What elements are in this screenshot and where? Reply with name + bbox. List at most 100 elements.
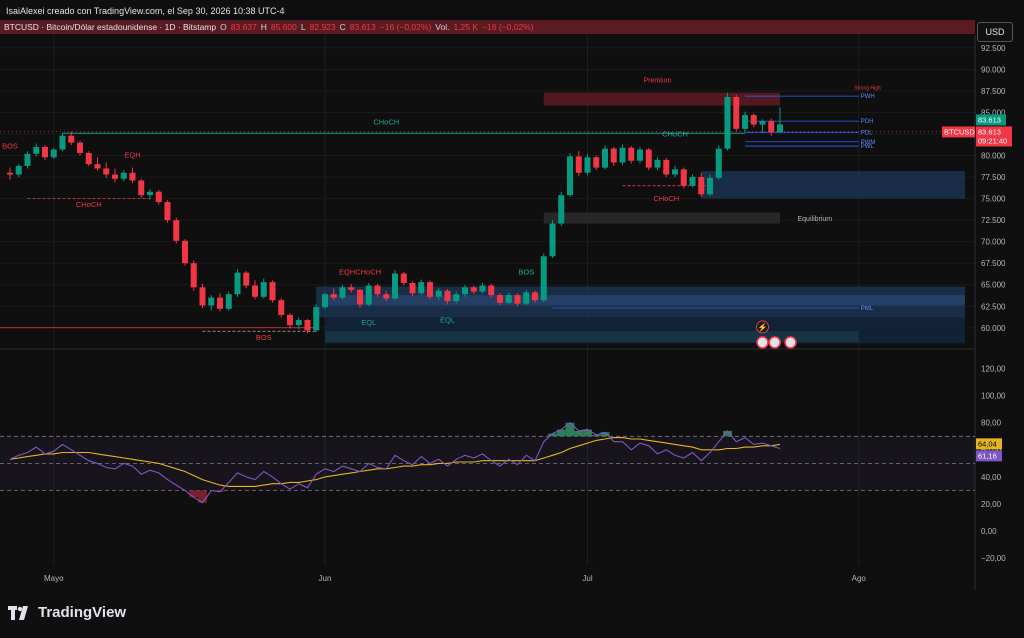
candle-body: [610, 148, 617, 163]
rsi-tick-label: 0,00: [981, 527, 997, 536]
candle-body: [715, 148, 722, 178]
price-tick-label: 87.500: [981, 87, 1006, 96]
annotation-eqhchoch: EQHCHoCH: [339, 267, 381, 276]
high-value: 85.600: [270, 22, 297, 32]
candle-body: [768, 121, 775, 133]
candle-body: [619, 147, 626, 163]
candle-body: [94, 164, 101, 169]
annotation-eql: EQL: [361, 318, 376, 327]
candle-body: [488, 285, 495, 296]
candle-body: [225, 294, 232, 309]
price-tick-label: 62.500: [981, 302, 1006, 311]
chart-canvas[interactable]: Premium Equilibrium Strong High PWH PDH PDL PW…: [0, 0, 1024, 633]
candle-body: [742, 115, 748, 129]
candle-body: [374, 285, 381, 295]
candle-body: [7, 172, 13, 175]
volume-value: 1,25 K: [453, 22, 479, 32]
level-label-pml: PML: [861, 306, 874, 312]
candle-body: [68, 135, 75, 143]
premium-label: Premium: [643, 78, 671, 85]
candle-body: [42, 146, 48, 158]
candle-body: [173, 220, 180, 241]
equilibrium-label: Equilibrium: [798, 216, 833, 223]
candle-body: [637, 149, 643, 161]
close-label: C: [339, 22, 346, 32]
time-tick-label: Jul: [582, 574, 592, 583]
brand-logo[interactable]: TradingView: [8, 604, 126, 621]
tradingview-logo-icon: [8, 605, 28, 620]
time-tick-label: Jun: [319, 574, 332, 583]
candle-body: [654, 159, 661, 168]
candle-body: [348, 287, 355, 290]
candle-body: [409, 283, 416, 294]
candle-body: [147, 191, 153, 196]
candle-body: [672, 169, 678, 175]
candle-body: [628, 147, 635, 161]
candle-body: [602, 148, 608, 168]
rsi-tick-label: 100,00: [981, 392, 1006, 401]
us-flag-event-icon: [756, 336, 769, 349]
candle-body: [418, 282, 425, 294]
candle-body: [549, 223, 556, 257]
price-tick-label: 77.500: [981, 173, 1006, 182]
candle-body: [15, 165, 22, 175]
volume-change: −16 (−0,02%): [482, 22, 534, 32]
rsi-ma-tag-label: 64,04: [978, 439, 997, 448]
candle-body: [112, 174, 118, 179]
last-price-tag-label: 83.613: [978, 115, 1001, 124]
change-value: −16 (−0,02%): [379, 22, 432, 32]
order-block: [701, 171, 965, 199]
price-tick-label: 92.500: [981, 44, 1006, 53]
candle-body: [120, 172, 127, 179]
strong-high-label: Strong High: [854, 86, 881, 92]
candle-body: [208, 297, 215, 306]
candle-body: [304, 320, 311, 331]
time-axis: Mayo Jun Jul Ago: [44, 574, 866, 583]
rsi-tick-label: 120,00: [981, 365, 1006, 374]
candle-body: [24, 153, 31, 166]
candle-body: [724, 97, 731, 149]
candle-body: [269, 282, 276, 301]
symbol-tag-label: BTCUSD: [944, 127, 975, 136]
candle-body: [59, 135, 66, 150]
candle-body: [295, 320, 302, 326]
countdown-price-label: 83.613: [978, 127, 1001, 136]
candle-body: [523, 292, 530, 304]
candle-body: [190, 263, 197, 288]
volume-label: Vol.: [435, 22, 450, 32]
rsi-tick-label: 20,00: [981, 500, 1002, 509]
chart-root: Premium Equilibrium Strong High PWH PDH PDL PW…: [0, 0, 1024, 633]
candle-body: [470, 287, 477, 292]
candle-body: [514, 295, 521, 304]
candle-body: [444, 290, 451, 302]
candle-body: [155, 191, 162, 203]
annotation-choch: CHoCH: [662, 130, 688, 139]
high-label: H: [260, 22, 267, 32]
candle-body: [138, 180, 145, 196]
price-tick-label: 60.000: [981, 324, 1006, 333]
candle-body: [164, 202, 171, 221]
annotation-choch: CHoCH: [76, 200, 102, 209]
candle-body: [505, 295, 512, 303]
candle-body: [680, 169, 687, 186]
open-label: O: [220, 22, 227, 32]
rsi-tick-label: 40,00: [981, 473, 1002, 482]
candle-body: [278, 300, 285, 315]
candle-body: [365, 285, 372, 305]
candle-body: [733, 97, 740, 129]
candle-body: [777, 124, 783, 133]
candle-body: [129, 172, 136, 181]
low-value: 82.923: [309, 22, 336, 32]
candle-body: [750, 115, 757, 125]
currency-button[interactable]: USD: [977, 22, 1013, 42]
candle-body: [217, 297, 223, 309]
price-tick-label: 70.000: [981, 238, 1006, 247]
rsi-tick-label: −20,00: [981, 554, 1006, 563]
low-label: L: [300, 22, 306, 32]
symbol-description[interactable]: BTCUSD · Bitcoin/Dólar estadounidense · …: [4, 22, 216, 32]
countdown-timer-label: 09:21:40: [978, 136, 1007, 145]
candle-body: [435, 290, 442, 297]
candle-body: [260, 282, 267, 297]
open-value: 83.637: [230, 22, 257, 32]
candle-body: [182, 240, 188, 264]
